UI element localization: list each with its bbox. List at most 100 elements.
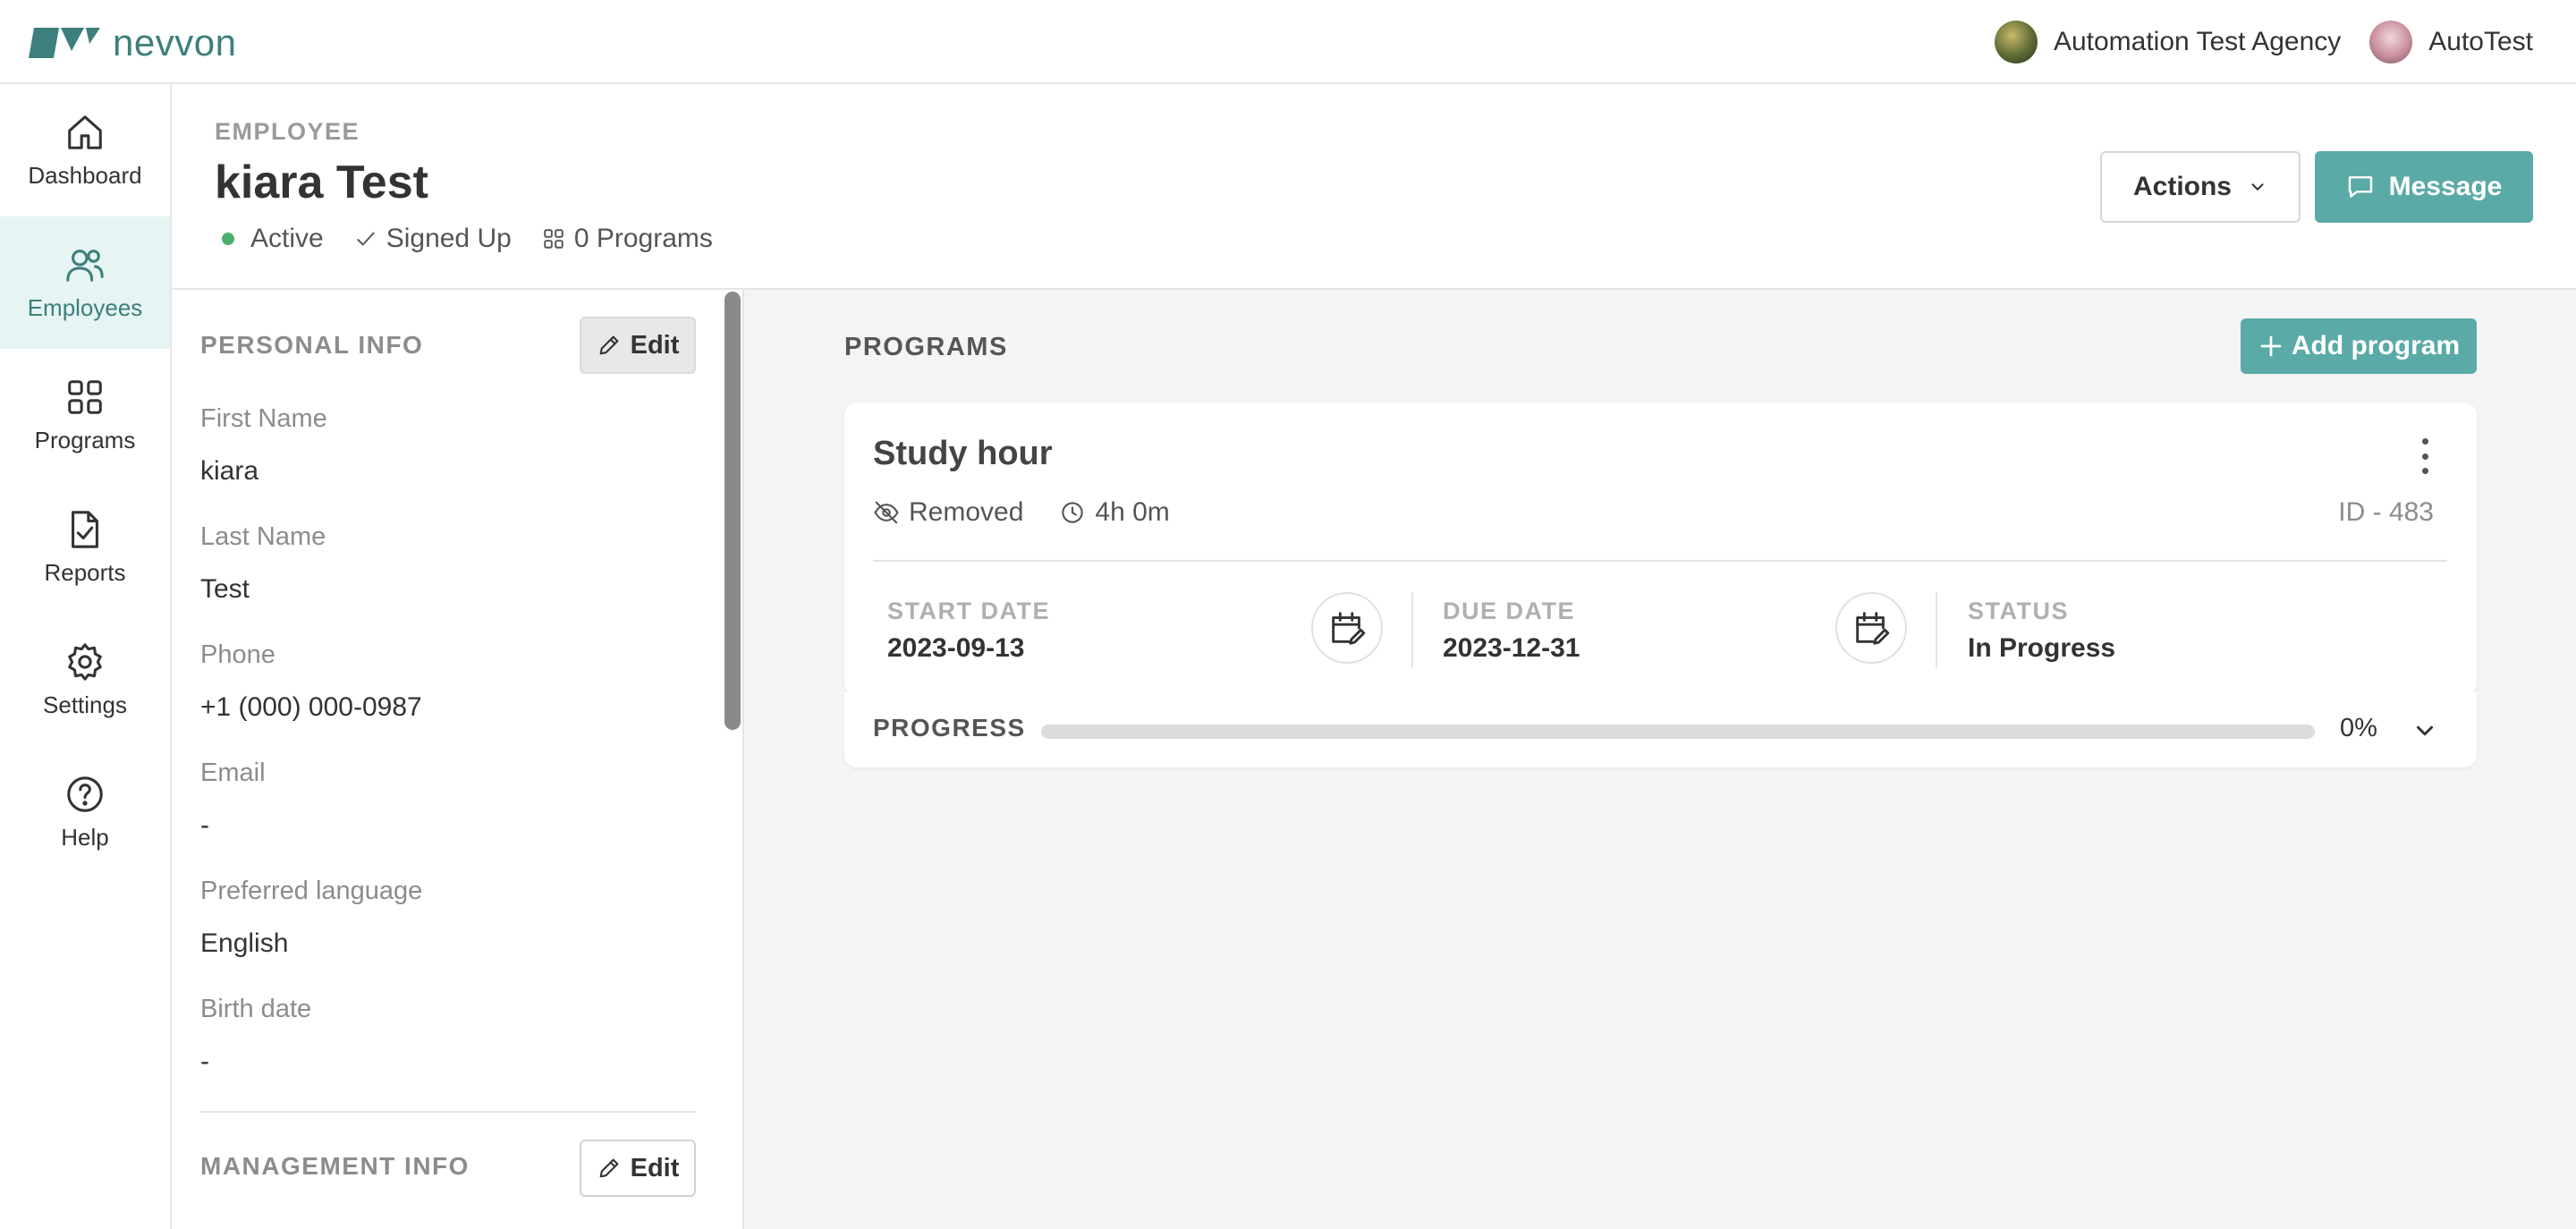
program-id: ID - 483 [2338, 497, 2434, 527]
chevron-down-icon[interactable] [2411, 717, 2438, 744]
progress-label: PROGRESS [873, 714, 1026, 742]
nav-label: Settings [43, 691, 127, 718]
calendar-edit-icon [1332, 612, 1366, 645]
status-dot-icon [222, 233, 234, 245]
programs-count-badge: 0 Programs [542, 224, 713, 254]
message-button[interactable]: Message [2315, 151, 2533, 223]
pencil-icon [599, 1158, 618, 1178]
progress-percent: 0% [2340, 714, 2377, 742]
programs-count-text: 0 Programs [573, 224, 713, 253]
preferred-language-value: English [200, 928, 289, 958]
user-avatar[interactable] [2369, 21, 2413, 64]
date-divider [1411, 592, 1413, 667]
chevron-down-icon [2251, 183, 2264, 191]
nav-item-reports[interactable]: Reports [0, 481, 170, 614]
nav-item-settings[interactable]: Settings [0, 614, 170, 746]
due-date-value: 2023-12-31 [1443, 633, 1580, 663]
preferred-language-label: Preferred language [200, 877, 423, 905]
status-badge: Active [222, 224, 324, 254]
nav-label: Employees [27, 293, 143, 321]
management-info-title: MANAGEMENT INFO [200, 1152, 470, 1180]
nav-label: Programs [34, 426, 136, 453]
progress-row[interactable]: PROGRESS 0% [844, 692, 2477, 767]
visibility-badge: Removed [873, 497, 1023, 528]
signup-badge: Signed Up [354, 224, 512, 254]
message-label: Message [2388, 172, 2503, 201]
grid-icon [544, 229, 564, 249]
edit-management-info-button[interactable]: Edit [580, 1140, 696, 1197]
programs-area: PROGRAMS Add program Study hour Removed … [744, 290, 2576, 1229]
edit-start-date-button[interactable] [1311, 592, 1383, 664]
edit-label: Edit [630, 330, 680, 360]
duration-text: 4h 0m [1095, 497, 1170, 527]
personal-info-panel: PERSONAL INFO Edit First Name kiara Last… [172, 290, 744, 1229]
last-name-value: Test [200, 574, 250, 604]
add-program-button[interactable]: Add program [2241, 318, 2477, 374]
edit-personal-info-button[interactable]: Edit [580, 317, 696, 374]
page-title: kiara Test [215, 157, 428, 208]
personal-info-title: PERSONAL INFO [200, 331, 424, 359]
program-meta: Removed 4h 0m [873, 497, 1206, 528]
pencil-icon [599, 335, 618, 355]
plus-icon [2260, 335, 2282, 357]
brand-name: nevvon [113, 21, 237, 64]
edit-due-date-button[interactable] [1835, 592, 1907, 664]
birth-date-value: - [200, 1047, 209, 1076]
top-bar: nevvon Automation Test Agency AutoTest [0, 0, 2576, 84]
page-eyebrow: EMPLOYEE [215, 118, 360, 145]
clock-icon [1062, 502, 1084, 523]
birth-date-label: Birth date [200, 995, 312, 1023]
check-icon [357, 232, 375, 246]
date-divider [1936, 592, 1937, 667]
signup-text: Signed Up [386, 224, 512, 253]
status-label: STATUS [1968, 598, 2069, 624]
duration-badge: 4h 0m [1059, 497, 1170, 528]
help-icon [67, 776, 103, 812]
user-name[interactable]: AutoTest [2428, 27, 2533, 57]
programs-title: PROGRAMS [844, 333, 1008, 361]
start-date-value: 2023-09-13 [887, 633, 1025, 663]
program-title[interactable]: Study hour [873, 435, 1053, 473]
account-area: Automation Test Agency AutoTest [1994, 20, 2533, 64]
phone-label: Phone [200, 640, 275, 669]
employee-meta: Active Signed Up 0 Programs [222, 224, 743, 254]
section-divider [200, 1111, 696, 1113]
nav-label: Dashboard [28, 161, 142, 189]
add-program-label: Add program [2291, 331, 2461, 360]
nav-label: Help [61, 823, 109, 851]
nav-item-programs[interactable]: Programs [0, 349, 170, 481]
agency-avatar[interactable] [1994, 21, 2038, 64]
eye-off-icon [874, 501, 899, 524]
nevvon-logo[interactable]: nevvon [29, 21, 236, 64]
gear-icon [68, 642, 102, 681]
first-name-label: First Name [200, 404, 327, 433]
due-date-label: DUE DATE [1443, 598, 1576, 624]
status-value: In Progress [1968, 633, 2116, 663]
last-name-label: Last Name [200, 522, 326, 551]
email-value: - [200, 810, 209, 840]
card-divider [873, 560, 2447, 562]
nevvon-logo-icon [29, 28, 100, 58]
visibility-text: Removed [909, 497, 1024, 527]
status-text: Active [250, 224, 324, 253]
progress-bar [1041, 725, 2315, 739]
actions-button[interactable]: Actions [2100, 151, 2301, 223]
nav-item-employees[interactable]: Employees [0, 216, 170, 349]
users-icon [66, 249, 104, 282]
more-options-icon[interactable] [2411, 435, 2438, 478]
message-icon [2348, 176, 2372, 198]
nav-item-help[interactable]: Help [0, 746, 170, 878]
start-date-label: START DATE [887, 598, 1050, 624]
nav-label: Reports [44, 558, 126, 586]
edit-label: Edit [630, 1153, 680, 1182]
grid-icon [68, 379, 102, 414]
agency-name[interactable]: Automation Test Agency [2054, 27, 2341, 57]
home-icon [68, 114, 102, 149]
left-nav: Dashboard Employees Programs Reports Set… [0, 84, 172, 1229]
info-panel-scrollbar[interactable] [724, 292, 741, 730]
program-card: Study hour Removed 4h 0m ID - 483 START … [844, 403, 2477, 696]
nav-item-dashboard[interactable]: Dashboard [0, 84, 170, 216]
first-name-value: kiara [200, 456, 259, 486]
calendar-edit-icon [1856, 612, 1890, 645]
actions-label: Actions [2132, 172, 2232, 201]
